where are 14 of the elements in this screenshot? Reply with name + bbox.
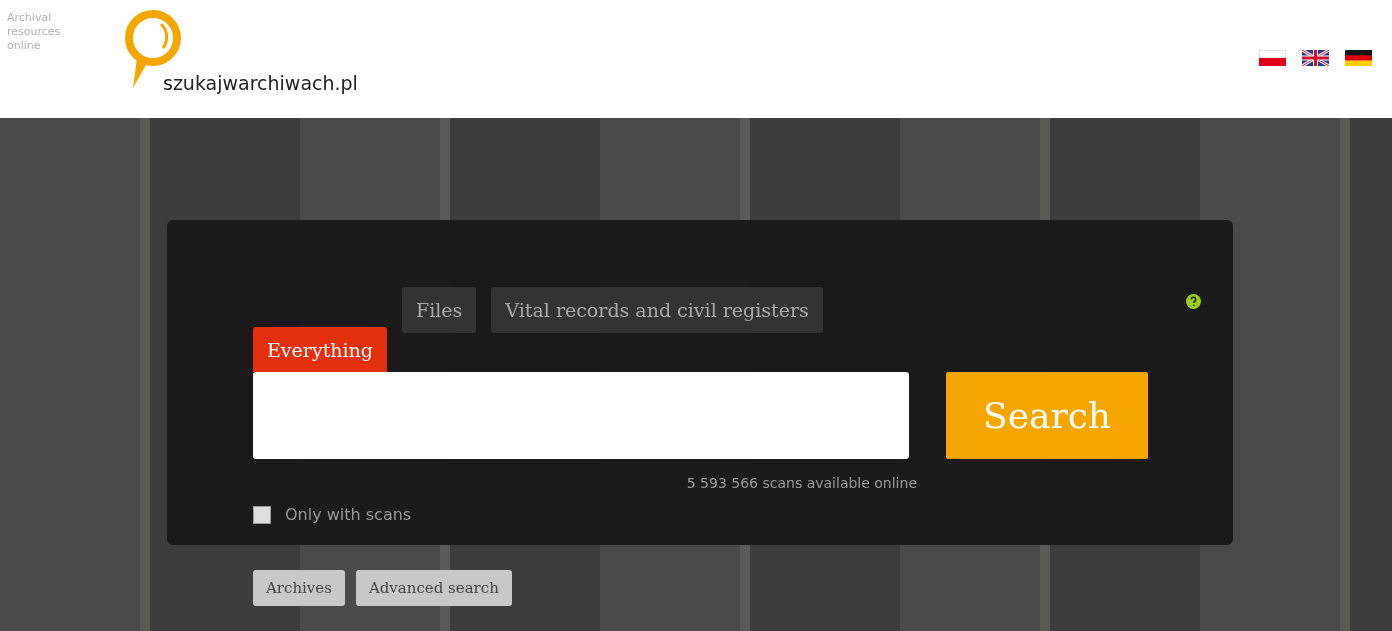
help-icon[interactable] <box>1186 294 1201 309</box>
nav-link-button[interactable]: Advanced search <box>355 570 512 606</box>
search-input-field[interactable] <box>253 372 909 459</box>
flag-icon[interactable] <box>1345 50 1372 66</box>
scan-count-text: 5 593 566 scans available online <box>685 475 917 491</box>
checkbox[interactable] <box>253 505 271 524</box>
site-tagline: Archival resources online <box>6 10 62 53</box>
checkbox-label[interactable]: Only with scans <box>285 505 412 524</box>
search-tab[interactable]: Everything <box>253 327 387 372</box>
nav-link-button[interactable]: Archives <box>253 570 345 606</box>
search-tab[interactable]: Files <box>402 287 477 333</box>
site-name[interactable]: szukajwarchiwach.pl <box>163 72 358 94</box>
search-tab[interactable]: Vital records and civil registers <box>491 287 823 333</box>
flag-icon[interactable] <box>1302 50 1329 66</box>
